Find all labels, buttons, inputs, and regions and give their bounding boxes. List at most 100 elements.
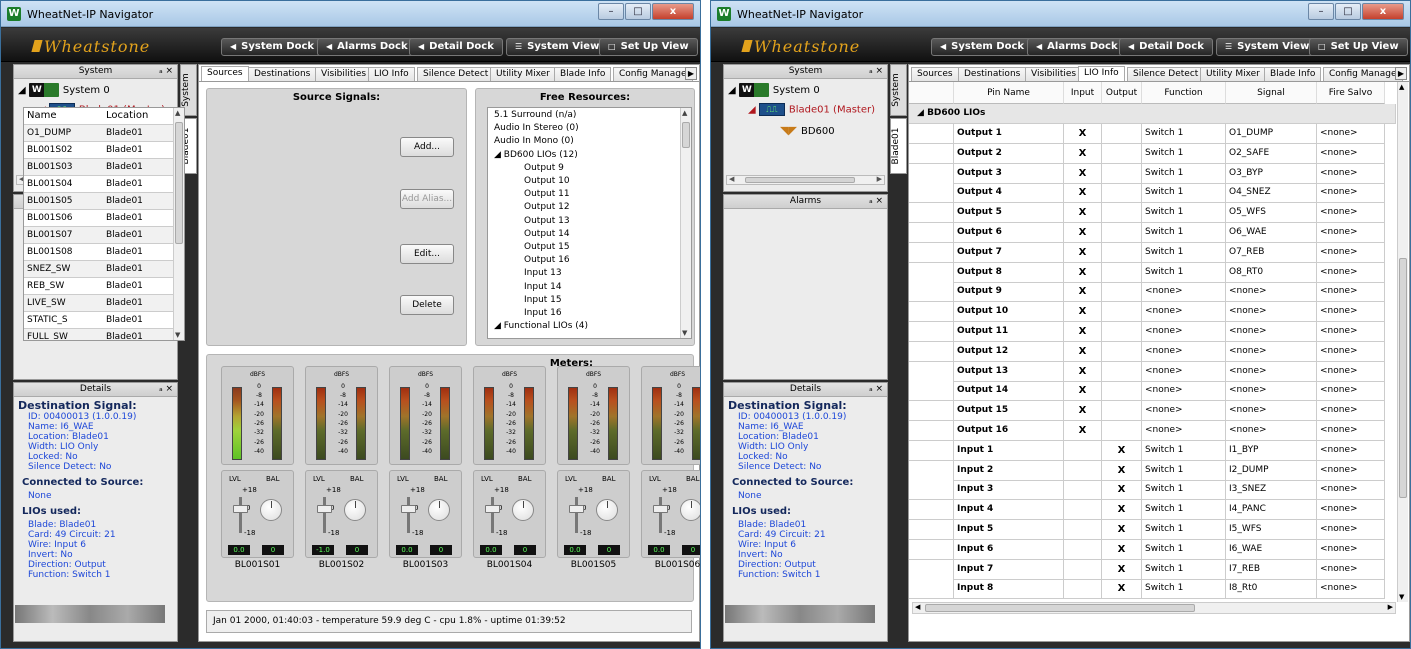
table-row[interactable]: BL001S05 Blade01: [24, 193, 174, 210]
scroll-thumb[interactable]: [745, 177, 855, 183]
free-list-vscroll[interactable]: ▲ ▼: [680, 108, 691, 338]
list-item[interactable]: Output 9: [524, 163, 564, 173]
function-cell[interactable]: <none>: [1142, 401, 1226, 422]
scroll-left-icon[interactable]: ◀: [915, 603, 920, 611]
fire-salvo-cell[interactable]: <none>: [1317, 203, 1385, 224]
fire-salvo-cell[interactable]: <none>: [1317, 262, 1385, 283]
balance-knob[interactable]: [428, 499, 450, 521]
signal-cell[interactable]: I2_DUMP: [1226, 460, 1317, 481]
scroll-down-icon[interactable]: ▼: [682, 329, 687, 337]
balance-knob[interactable]: [344, 499, 366, 521]
function-cell[interactable]: Switch 1: [1142, 500, 1226, 521]
list-item[interactable]: Input 15: [524, 295, 562, 305]
col-input-header[interactable]: Input: [1064, 82, 1102, 104]
list-item[interactable]: Output 10: [524, 176, 570, 186]
delete-button[interactable]: Delete: [400, 295, 454, 315]
level-fader-track[interactable]: [575, 497, 578, 533]
table-row[interactable]: Output 3 X Switch 1 O3_BYP <none>: [909, 163, 1396, 184]
title-bar[interactable]: W WheatNet-IP Navigator – □ x: [711, 1, 1410, 27]
fire-salvo-cell[interactable]: <none>: [1317, 440, 1385, 461]
minimize-button[interactable]: –: [1308, 3, 1334, 20]
signal-cell[interactable]: O4_SNEZ: [1226, 183, 1317, 204]
list-item[interactable]: Output 16: [524, 255, 570, 265]
tree-system-root[interactable]: ◢ W System 0: [18, 83, 110, 97]
tab-blade-info[interactable]: Blade Info: [554, 67, 612, 81]
fire-salvo-cell[interactable]: <none>: [1317, 539, 1385, 560]
scroll-right-icon[interactable]: ▶: [877, 175, 882, 183]
title-bar[interactable]: W WheatNet-IP Navigator – □ x: [1, 1, 700, 27]
system-view-button[interactable]: ☰ System View: [506, 38, 609, 56]
table-row[interactable]: Output 11 X <none> <none> <none>: [909, 322, 1396, 342]
level-fader-track[interactable]: [659, 497, 662, 533]
level-fader-track[interactable]: [407, 497, 410, 533]
table-row[interactable]: Output 13 X <none> <none> <none>: [909, 361, 1396, 382]
maximize-button[interactable]: □: [1335, 3, 1361, 20]
list-item[interactable]: Audio In Mono (0): [494, 136, 574, 146]
setup-view-button[interactable]: □ Set Up View: [1309, 38, 1408, 56]
tab-config-manager[interactable]: Config Manage: [1323, 67, 1403, 81]
scroll-right-icon[interactable]: ▶: [1388, 603, 1393, 611]
level-fader-track[interactable]: [491, 497, 494, 533]
fire-salvo-cell[interactable]: <none>: [1317, 322, 1385, 342]
function-cell[interactable]: <none>: [1142, 322, 1226, 342]
level-fader-handle[interactable]: [569, 505, 584, 513]
table-row[interactable]: Input 4 X Switch 1 I4_PANC <none>: [909, 500, 1396, 521]
scroll-thumb[interactable]: [925, 604, 1195, 612]
function-cell[interactable]: <none>: [1142, 381, 1226, 402]
tab-utility-mixer[interactable]: Utility Mixer: [490, 67, 556, 81]
lio-info-table[interactable]: Pin Name Input Output Function Signal Fi…: [909, 82, 1396, 602]
fire-salvo-cell[interactable]: <none>: [1317, 381, 1385, 402]
list-item[interactable]: ◢ Functional LIOs (4): [494, 321, 588, 331]
tree-system-root[interactable]: ◢ W System 0: [728, 83, 820, 97]
detail-dock-button[interactable]: ◀ Detail Dock: [409, 38, 503, 56]
tab-utility-mixer[interactable]: Utility Mixer: [1200, 67, 1266, 81]
close-button[interactable]: x: [1362, 3, 1404, 20]
function-cell[interactable]: Switch 1: [1142, 559, 1226, 580]
vtab-blade[interactable]: Blade01: [890, 118, 907, 174]
tree-device[interactable]: ◥◤ BD600: [780, 125, 835, 138]
function-cell[interactable]: Switch 1: [1142, 520, 1226, 540]
signal-cell[interactable]: <none>: [1226, 322, 1317, 342]
table-row[interactable]: Output 8 X Switch 1 O8_RT0 <none>: [909, 262, 1396, 283]
tab-sources[interactable]: Sources: [911, 67, 959, 81]
tab-visibilities[interactable]: Visibilities: [1025, 67, 1083, 81]
level-fader-handle[interactable]: [317, 505, 332, 513]
signal-cell[interactable]: I4_PANC: [1226, 500, 1317, 521]
table-row[interactable]: SNEZ_SW Blade01: [24, 261, 174, 278]
fire-salvo-cell[interactable]: <none>: [1317, 480, 1385, 501]
table-row[interactable]: Input 6 X Switch 1 I6_WAE <none>: [909, 539, 1396, 560]
signal-cell[interactable]: I1_BYP: [1226, 440, 1317, 461]
list-item[interactable]: Output 15: [524, 242, 570, 252]
tab-blade-info[interactable]: Blade Info: [1264, 67, 1322, 81]
fire-salvo-cell[interactable]: <none>: [1317, 242, 1385, 263]
col-output-header[interactable]: Output: [1102, 82, 1142, 104]
system-pane-hscroll[interactable]: ◀▶: [726, 175, 885, 185]
fire-salvo-cell[interactable]: <none>: [1317, 559, 1385, 580]
add-alias-button[interactable]: Add Alias...: [400, 189, 454, 209]
function-cell[interactable]: Switch 1: [1142, 163, 1226, 184]
signal-cell[interactable]: O3_BYP: [1226, 163, 1317, 184]
list-item[interactable]: Output 13: [524, 216, 570, 226]
tab-scroll-right-icon[interactable]: ▶: [1395, 67, 1407, 80]
balance-knob[interactable]: [512, 499, 534, 521]
tab-sources[interactable]: Sources: [201, 66, 249, 81]
list-item[interactable]: Input 13: [524, 268, 562, 278]
table-row[interactable]: STATIC_S Blade01: [24, 312, 174, 329]
function-cell[interactable]: Switch 1: [1142, 539, 1226, 560]
table-row[interactable]: REB_SW Blade01: [24, 278, 174, 295]
list-item[interactable]: Output 12: [524, 202, 570, 212]
function-cell[interactable]: Switch 1: [1142, 480, 1226, 501]
signal-cell[interactable]: <none>: [1226, 421, 1317, 441]
expand-arrow-icon[interactable]: ◢: [748, 105, 759, 116]
list-item[interactable]: Input 14: [524, 282, 562, 292]
expand-arrow-icon[interactable]: ◢: [728, 85, 739, 96]
signal-cell[interactable]: O5_WFS: [1226, 203, 1317, 224]
maximize-button[interactable]: □: [625, 3, 651, 20]
function-cell[interactable]: <none>: [1142, 341, 1226, 362]
fire-salvo-cell[interactable]: <none>: [1317, 361, 1385, 382]
pin-close-icon[interactable]: ₐ ×: [159, 383, 173, 396]
col-name-header[interactable]: Name: [27, 108, 57, 124]
function-cell[interactable]: Switch 1: [1142, 143, 1226, 164]
fire-salvo-cell[interactable]: <none>: [1317, 302, 1385, 323]
function-cell[interactable]: Switch 1: [1142, 223, 1226, 243]
